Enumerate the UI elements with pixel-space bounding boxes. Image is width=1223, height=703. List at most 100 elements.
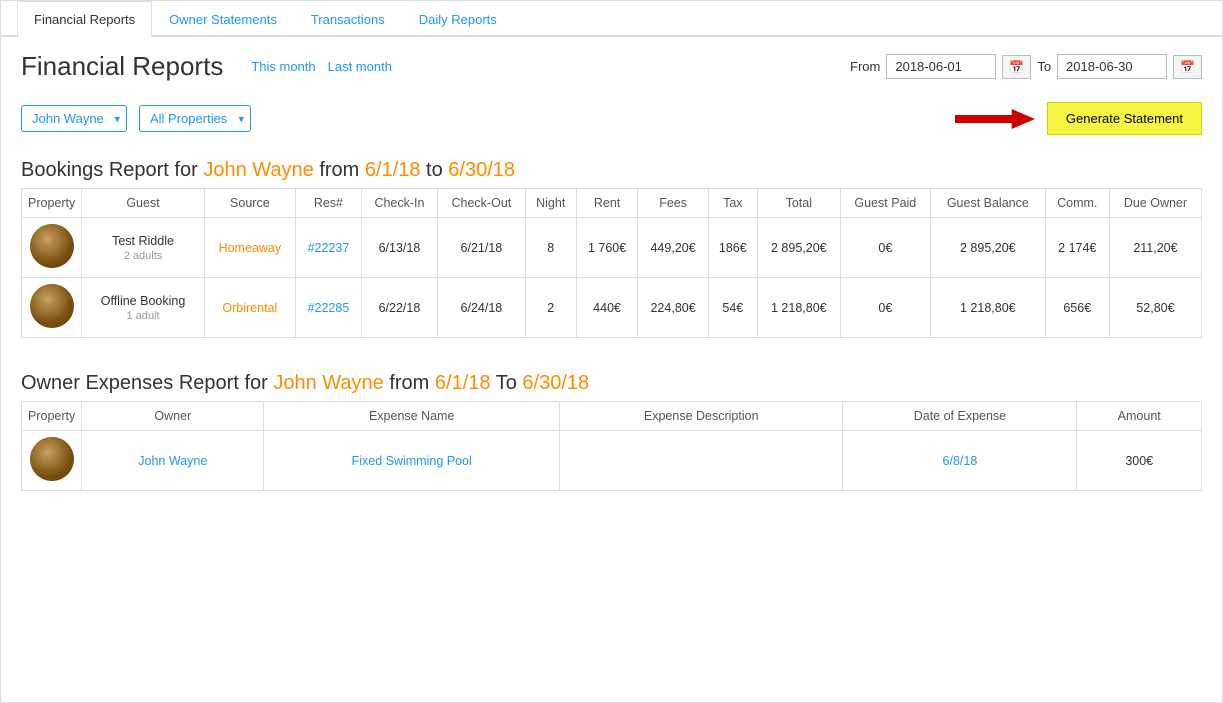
col-comm: Comm. (1045, 189, 1109, 218)
col-res: Res# (295, 189, 361, 218)
source-link[interactable]: Orbirental (222, 301, 277, 315)
expenses-owner: John Wayne (273, 372, 383, 394)
col-checkin: Check-In (361, 189, 437, 218)
tab-daily-reports[interactable]: Daily Reports (402, 1, 514, 37)
property-avatar-cell (22, 278, 82, 338)
col-tax: Tax (708, 189, 757, 218)
data-cell: 2 174€ (1045, 218, 1109, 278)
expense-name-cell: Fixed Swimming Pool (264, 431, 560, 491)
data-cell: 8 (525, 218, 576, 278)
col-guest-paid: Guest Paid (840, 189, 930, 218)
guest-cell: Offline Booking1 adult (82, 278, 205, 338)
exp-col-expense-desc: Expense Description (560, 402, 843, 431)
source-link[interactable]: Homeaway (219, 241, 282, 255)
bookings-title-prefix: Bookings Report for (21, 159, 203, 181)
to-label: To (1037, 59, 1051, 74)
bookings-from-date: 6/1/18 (365, 159, 421, 181)
arrow-area: Generate Statement (263, 102, 1202, 135)
to-date-input[interactable] (1057, 54, 1167, 79)
data-cell: 54€ (708, 278, 757, 338)
data-cell: 6/13/18 (361, 218, 437, 278)
owner-link[interactable]: John Wayne (138, 454, 207, 468)
table-row: Offline Booking1 adult Orbirental #22285 6/… (22, 278, 1202, 338)
exp-col-amount: Amount (1077, 402, 1202, 431)
col-total: Total (757, 189, 840, 218)
col-checkout: Check-Out (437, 189, 525, 218)
expense-desc-cell (560, 431, 843, 491)
source-cell: Orbirental (204, 278, 295, 338)
expenses-to-label: To (491, 372, 523, 394)
col-due-owner: Due Owner (1109, 189, 1201, 218)
table-row: Test Riddle2 adults Homeaway #22237 6/13/18… (22, 218, 1202, 278)
expense-date-cell: 6/8/18 (843, 431, 1077, 491)
expense-name-link[interactable]: Fixed Swimming Pool (352, 454, 472, 468)
exp-col-property: Property (22, 402, 82, 431)
expenses-title-prefix: Owner Expenses Report for (21, 372, 273, 394)
res-link[interactable]: #22285 (308, 301, 350, 315)
data-cell: 6/22/18 (361, 278, 437, 338)
col-night: Night (525, 189, 576, 218)
tab-bar: Financial Reports Owner Statements Trans… (1, 1, 1222, 37)
data-cell: 2 895,20€ (931, 218, 1046, 278)
properties-filter[interactable]: All Properties (139, 105, 251, 132)
this-month-btn[interactable]: This month (251, 59, 315, 74)
data-cell: 52,80€ (1109, 278, 1201, 338)
data-cell: 1 218,80€ (931, 278, 1046, 338)
arrow-icon (955, 104, 1035, 134)
exp-col-owner: Owner (82, 402, 264, 431)
bookings-table: Property Guest Source Res# Check-In Chec… (21, 188, 1202, 338)
data-cell: 224,80€ (638, 278, 708, 338)
last-month-btn[interactable]: Last month (328, 59, 392, 74)
data-cell: 211,20€ (1109, 218, 1201, 278)
exp-col-expense-name: Expense Name (264, 402, 560, 431)
data-cell: 1 218,80€ (757, 278, 840, 338)
data-cell: 186€ (708, 218, 757, 278)
expenses-from-date: 6/1/18 (435, 372, 491, 394)
expenses-table: Property Owner Expense Name Expense Desc… (21, 401, 1202, 491)
expenses-table-wrapper: Property Owner Expense Name Expense Desc… (1, 401, 1222, 501)
owner-filter-wrapper: John Wayne (21, 105, 127, 132)
bookings-table-wrapper: Property Guest Source Res# Check-In Chec… (1, 188, 1222, 348)
data-cell: 6/24/18 (437, 278, 525, 338)
expenses-from-label: from (384, 372, 435, 394)
owner-cell: John Wayne (82, 431, 264, 491)
guest-cell: Test Riddle2 adults (82, 218, 205, 278)
page-title: Financial Reports (21, 51, 223, 82)
bookings-from-label: from (314, 159, 365, 181)
source-cell: Homeaway (204, 218, 295, 278)
tab-owner-statements[interactable]: Owner Statements (152, 1, 294, 37)
col-rent: Rent (576, 189, 638, 218)
res-link[interactable]: #22237 (308, 241, 350, 255)
tab-transactions[interactable]: Transactions (294, 1, 402, 37)
to-calendar-btn[interactable]: 📅 (1173, 55, 1202, 79)
col-guest: Guest (82, 189, 205, 218)
from-calendar-btn[interactable]: 📅 (1002, 55, 1031, 79)
res-cell: #22237 (295, 218, 361, 278)
col-guest-balance: Guest Balance (931, 189, 1046, 218)
data-cell: 0€ (840, 218, 930, 278)
properties-filter-wrapper: All Properties (139, 105, 251, 132)
data-cell: 2 (525, 278, 576, 338)
property-avatar-cell (22, 218, 82, 278)
res-cell: #22285 (295, 278, 361, 338)
bookings-section-title: Bookings Report for John Wayne from 6/1/… (1, 145, 1222, 188)
filters-area: John Wayne All Properties Generate State… (1, 92, 1222, 145)
generate-statement-btn[interactable]: Generate Statement (1047, 102, 1202, 135)
tab-financial-reports[interactable]: Financial Reports (17, 1, 152, 37)
data-cell: 6/21/18 (437, 218, 525, 278)
from-label: From (850, 59, 880, 74)
owner-filter[interactable]: John Wayne (21, 105, 127, 132)
header-area: Financial Reports This month Last month … (1, 37, 1222, 92)
data-cell: 656€ (1045, 278, 1109, 338)
col-property: Property (22, 189, 82, 218)
bookings-owner: John Wayne (203, 159, 313, 181)
data-cell: 1 760€ (576, 218, 638, 278)
bookings-to-date: 6/30/18 (448, 159, 515, 181)
property-avatar-cell (22, 431, 82, 491)
table-row: John WayneFixed Swimming Pool6/8/18300€ (22, 431, 1202, 491)
date-shortcuts: This month Last month (251, 59, 392, 74)
from-date-input[interactable] (886, 54, 996, 79)
col-fees: Fees (638, 189, 708, 218)
data-cell: 0€ (840, 278, 930, 338)
data-cell: 440€ (576, 278, 638, 338)
